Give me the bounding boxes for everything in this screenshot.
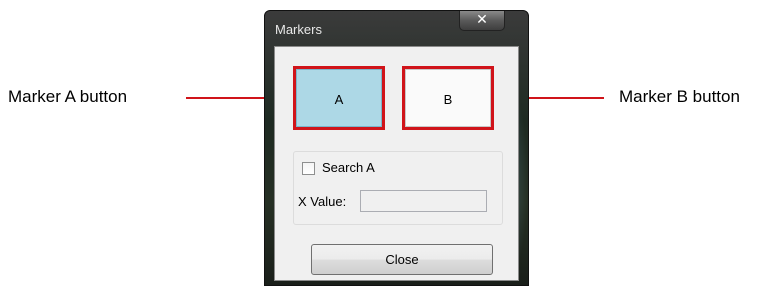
close-button[interactable]: Close xyxy=(311,244,493,275)
marker-b-callout-label: Marker B button xyxy=(619,87,740,106)
dialog-client-area: A B Search A X Value: Close xyxy=(274,46,519,281)
marker-a-button[interactable]: A xyxy=(293,66,385,130)
x-value-field[interactable] xyxy=(360,190,487,212)
marker-b-button[interactable]: B xyxy=(402,66,494,130)
dialog-title: Markers xyxy=(275,22,322,37)
x-value-label: X Value: xyxy=(298,194,347,209)
search-a-label[interactable]: Search A xyxy=(322,160,375,175)
marker-a-callout-label: Marker A button xyxy=(8,87,128,106)
close-icon[interactable]: ✕ xyxy=(459,11,505,31)
markers-dialog: Markers ✕ A B Search A X Value: Close xyxy=(264,10,529,286)
search-a-checkbox[interactable] xyxy=(302,162,315,175)
search-group: Search A X Value: xyxy=(293,151,503,225)
